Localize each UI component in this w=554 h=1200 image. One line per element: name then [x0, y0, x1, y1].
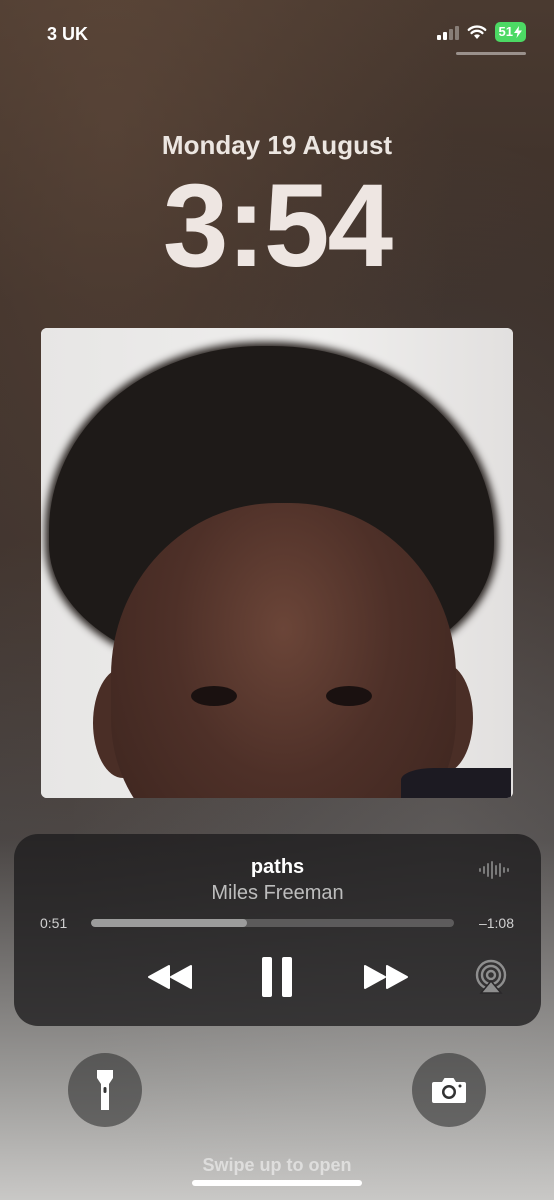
pause-icon [262, 957, 292, 997]
status-bar: 3 UK 51 [0, 22, 554, 46]
waveform-icon [479, 860, 509, 880]
airplay-button[interactable] [472, 954, 510, 1000]
track-artist: Miles Freeman [211, 882, 344, 904]
swipe-up-hint: Swipe up to open [202, 1155, 352, 1175]
home-indicator[interactable] [192, 1180, 362, 1186]
control-center-grabber[interactable] [456, 52, 526, 55]
charging-bolt-icon [514, 26, 522, 38]
cellular-signal-icon [436, 24, 459, 40]
flashlight-icon [97, 1070, 113, 1110]
album-artwork[interactable] [41, 328, 513, 798]
elapsed-time: 0:51 [40, 915, 68, 931]
fast-forward-button[interactable] [358, 954, 414, 1000]
rewind-button[interactable] [142, 954, 198, 1000]
status-indicators: 51 [436, 22, 526, 42]
pause-button[interactable] [254, 954, 300, 1000]
battery-percentage: 51 [498, 24, 513, 39]
playback-scrubber[interactable] [91, 919, 454, 927]
playback-progress-fill [91, 919, 248, 927]
now-playing-widget[interactable]: paths Miles Freeman 0:51 –1:08 [14, 834, 541, 1026]
playback-controls [14, 954, 541, 1004]
airplay-icon [475, 959, 507, 994]
rewind-icon [148, 965, 192, 989]
artwork-eye-left [191, 686, 237, 706]
artwork-eye-right [326, 686, 372, 706]
carrier-label: 3 UK [47, 24, 89, 44]
lock-time: 3:54 [162, 160, 393, 292]
remaining-time: –1:08 [478, 915, 514, 931]
camera-button[interactable] [412, 1053, 486, 1127]
flashlight-button[interactable] [68, 1053, 142, 1127]
track-title: paths [250, 856, 305, 878]
artwork-shirt [401, 768, 511, 798]
camera-icon [432, 1078, 466, 1103]
lock-date: Monday 19 August [161, 130, 393, 160]
wifi-icon [467, 25, 486, 39]
battery-indicator: 51 [494, 22, 526, 42]
fast-forward-icon [364, 965, 408, 989]
